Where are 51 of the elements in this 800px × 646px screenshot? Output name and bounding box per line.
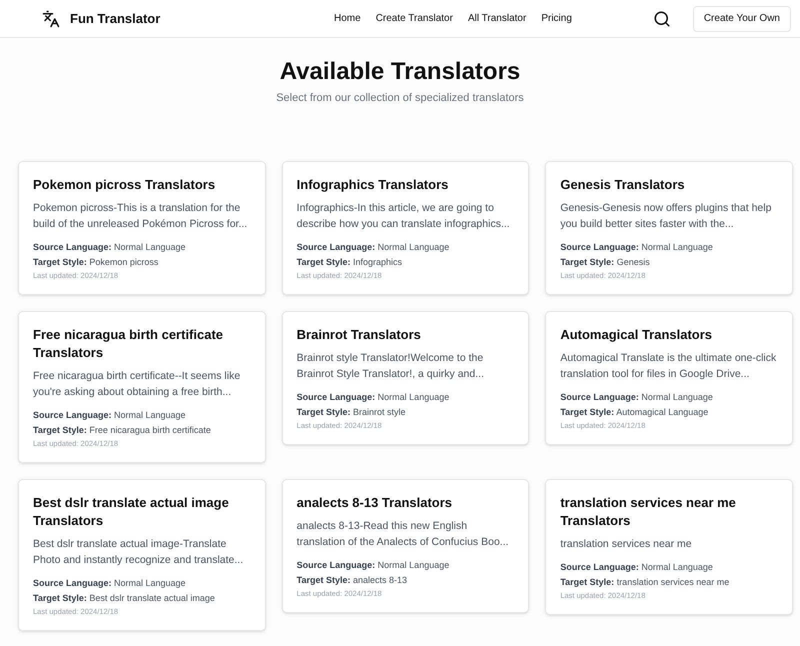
target-style: Target Style: Free nicaragua birth certificate — [33, 424, 212, 436]
card-description: analects 8-13-Read this new English translation of the Analects of Confucius Boo... — [296, 518, 510, 550]
translator-card[interactable] — [18, 310, 266, 462]
card-description: Best dslr translate actual image-Translate Photo and instantly recognize and translate... — [33, 536, 244, 568]
target-style: Target Style: Pokemon picross — [33, 256, 160, 268]
nav-link[interactable]: All Translator — [468, 11, 526, 26]
nav-link[interactable]: Home — [334, 11, 361, 26]
card-title: Free nicaragua birth certificate Translators — [33, 326, 224, 362]
target-style: Target Style: Best dslr translate actual image — [33, 592, 216, 604]
card-title: Genesis Translators — [560, 176, 686, 194]
page-title: Available Translators — [280, 58, 520, 86]
card-title: Brainrot Translators — [296, 326, 422, 344]
card-title: Infographics Translators — [296, 176, 450, 194]
card-description: Pokemon picross-This is a translation for the build of the unreleased Pokémon Picross for... — [33, 200, 248, 232]
card-title: Pokemon picross Translators — [33, 176, 216, 194]
source-language: Source Language: Normal Language — [296, 390, 450, 404]
card-description: translation services near me — [560, 536, 693, 552]
translator-card[interactable] — [282, 160, 530, 294]
source-language: Source Language: Normal Language — [560, 390, 714, 404]
card-title: translation services near me Translators — [560, 494, 737, 530]
translator-card[interactable] — [18, 160, 266, 294]
target-style: Target Style: Automagical Language — [560, 406, 710, 418]
card-title: analects 8-13 Translators — [296, 494, 454, 512]
target-style: Target Style: translation services near me — [560, 576, 730, 588]
create-button[interactable]: Create Your Own — [692, 6, 791, 32]
source-language: Source Language: Normal Language — [33, 240, 187, 254]
card-description: Free nicaragua birth certificate--It seems like you're asking about obtaining a free birth... — [33, 368, 242, 400]
translator-card[interactable] — [545, 310, 793, 444]
card-description: Automagical Translate is the ultimate one-click translation tool for files in Google Drive... — [560, 350, 778, 382]
translate-icon — [42, 10, 60, 28]
source-language: Source Language: Normal Language — [296, 240, 450, 254]
nav-link[interactable]: Create Translator — [376, 11, 453, 26]
translator-card[interactable] — [18, 478, 266, 630]
card-description: Genesis-Genesis now offers plugins that help you build better sites faster with the... — [560, 200, 772, 232]
target-style: Target Style: Genesis — [560, 256, 651, 268]
target-style: Target Style: analects 8-13 — [296, 574, 408, 586]
source-language: Source Language: Normal Language — [296, 558, 450, 572]
source-language: Source Language: Normal Language — [560, 560, 714, 574]
target-style: Target Style: Brainrot style — [296, 406, 407, 418]
card-description: Brainrot style Translator!Welcome to the Brainrot Style Translator!, a quirky and... — [296, 350, 485, 382]
source-language: Source Language: Normal Language — [33, 576, 187, 590]
brand-name[interactable]: Fun Translator — [70, 8, 160, 28]
nav-link[interactable]: Pricing — [541, 11, 572, 26]
target-style: Target Style: Infographics — [296, 256, 404, 268]
source-language: Source Language: Normal Language — [560, 240, 714, 254]
card-title: Automagical Translators — [560, 326, 714, 344]
search-icon[interactable] — [652, 10, 671, 28]
card-title: Best dslr translate actual image Translators — [33, 494, 230, 530]
page-subtitle: Select from our collection of specialized translators — [276, 91, 524, 106]
card-description: Infographics-In this article, we are going to describe how you can translate infographics... — [296, 200, 511, 232]
source-language: Source Language: Normal Language — [33, 408, 187, 422]
